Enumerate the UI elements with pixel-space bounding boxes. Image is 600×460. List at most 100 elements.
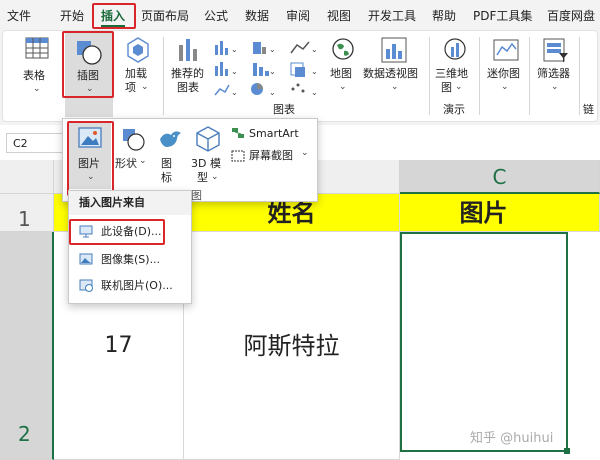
tab-developer[interactable]: 开发工具	[368, 7, 416, 24]
tab-help[interactable]: 帮助	[432, 7, 456, 24]
screenshot-button[interactable]: 屏幕截图 ⌄	[231, 147, 315, 165]
ribbon: 表格 ⌄ 插图 ⌄ 加载 项 ⌄ 推荐的 图表 ⌄ ⌄ ⌄ ⌄ ⌄ ⌄ ⌄ ⌄ …	[0, 30, 600, 125]
svg-text:⌄: ⌄	[231, 45, 238, 54]
cell-c1[interactable]: 图片	[400, 194, 600, 232]
link-group-label: 链	[583, 103, 594, 116]
chevron-down-icon: ⌄	[455, 82, 463, 92]
online-picture-icon	[79, 279, 93, 292]
ribbon-panel: 表格 ⌄ 插图 ⌄ 加载 项 ⌄ 推荐的 图表 ⌄ ⌄ ⌄ ⌄ ⌄ ⌄ ⌄ ⌄ …	[2, 30, 598, 122]
illustrations-group-label: 图	[191, 189, 202, 202]
svg-text:⌄: ⌄	[311, 67, 318, 76]
picture-source-menu: 插入图片来自 此设备(D)... 图像集(S)... 联机图片(O)...	[68, 190, 192, 304]
sparkline-label: 迷你图	[487, 67, 520, 80]
smartart-button[interactable]: SmartArt	[231, 125, 311, 143]
demo-group-label: 演示	[443, 103, 465, 116]
ribbon-separator	[479, 37, 480, 115]
column-header-c[interactable]: C	[400, 160, 600, 194]
chart-types-icon: ⌄ ⌄ ⌄ ⌄ ⌄ ⌄ ⌄ ⌄ ⌄	[214, 41, 318, 97]
row-header-2[interactable]: 2	[0, 232, 54, 460]
tab-home[interactable]: 开始	[60, 7, 84, 24]
tab-baidu-netdisk[interactable]: 百度网盘	[547, 7, 595, 24]
picture-menu-header: 插入图片来自	[69, 191, 191, 215]
chevron-down-icon: ⌄	[391, 82, 399, 92]
svg-text:⌄: ⌄	[231, 67, 238, 76]
chevron-down-icon: ⌄	[501, 82, 509, 92]
sparkline-icon	[493, 39, 519, 61]
svg-text:⌄: ⌄	[269, 67, 276, 76]
svg-text:⌄: ⌄	[311, 88, 318, 97]
row-header-1[interactable]: 1	[0, 194, 54, 232]
chevron-down-icon: ⌄	[211, 172, 219, 182]
filter-label: 筛选器	[537, 67, 570, 80]
svg-text:⌄: ⌄	[231, 88, 238, 97]
chevron-down-icon: ⌄	[139, 156, 147, 166]
3d-model-label-2: 型	[197, 171, 208, 184]
chart-type-icons: ⌄ ⌄ ⌄ ⌄ ⌄ ⌄ ⌄ ⌄ ⌄	[213, 39, 328, 97]
active-tab-underline	[101, 25, 125, 27]
icons-label-2: 标	[161, 171, 172, 184]
table-icon	[25, 37, 49, 59]
recommended-charts-label-2: 图表	[177, 81, 199, 94]
ribbon-separator	[429, 37, 430, 115]
addins-label-2: 项	[125, 81, 136, 94]
menu-item-image-collection-label: 图像集(S)...	[101, 253, 161, 266]
addins-label-1: 加载	[125, 67, 147, 80]
sparkline-button[interactable]: 迷你图 ⌄	[485, 37, 525, 103]
icons-button[interactable]: 图 标	[153, 123, 185, 189]
tab-data[interactable]: 数据	[245, 7, 269, 24]
bird-icon	[160, 131, 181, 147]
tab-review[interactable]: 审阅	[286, 7, 310, 24]
3d-map-icon	[444, 38, 466, 60]
cell-b2[interactable]: 阿斯特拉	[184, 232, 400, 460]
addins-button[interactable]: 加载 项 ⌄	[121, 37, 155, 103]
highlight-picture-button	[67, 121, 114, 196]
slicer-icon	[543, 38, 568, 62]
tab-view[interactable]: 视图	[327, 7, 351, 24]
menu-item-online-pictures[interactable]: 联机图片(O)...	[73, 275, 185, 297]
tab-formulas[interactable]: 公式	[204, 7, 228, 24]
name-box[interactable]: C2	[6, 133, 64, 153]
3d-map-button[interactable]: 三维地 图 ⌄	[435, 37, 475, 103]
3d-map-label-2: 图	[441, 81, 452, 94]
ribbon-separator	[163, 37, 164, 115]
cell-c2-selected[interactable]	[400, 232, 568, 452]
ribbon-separator	[579, 37, 580, 115]
charts-group-label: 图表	[273, 103, 295, 116]
icons-label-1: 图	[161, 157, 172, 170]
3d-model-label-1: 3D 模	[191, 157, 221, 170]
map-button[interactable]: 地图 ⌄	[329, 37, 357, 103]
chevron-down-icon: ⌄	[339, 82, 347, 92]
svg-text:⌄: ⌄	[311, 45, 318, 54]
smartart-icon	[232, 128, 244, 138]
addins-icon	[127, 37, 149, 63]
recommended-charts-button[interactable]: 推荐的 图表	[169, 37, 209, 103]
3d-model-button[interactable]: 3D 模 型 ⌄	[187, 123, 227, 189]
shapes-label: 形状	[115, 157, 137, 170]
tab-file[interactable]: 文件	[7, 7, 31, 24]
map-label: 地图	[330, 67, 352, 80]
globe-icon	[332, 38, 354, 60]
filter-button[interactable]: 筛选器 ⌄	[535, 37, 575, 103]
screenshot-label: 屏幕截图	[249, 149, 293, 162]
table-button[interactable]: 表格 ⌄	[21, 37, 53, 99]
recommended-charts-icon	[179, 39, 197, 61]
pivot-chart-label: 数据透视图	[363, 67, 418, 80]
svg-text:⌄: ⌄	[269, 88, 276, 97]
menu-item-image-collection[interactable]: 图像集(S)...	[73, 249, 185, 271]
chevron-down-icon: ⌄	[551, 82, 559, 92]
pivot-chart-icon	[381, 37, 407, 63]
fill-handle[interactable]	[564, 448, 570, 454]
tab-pdf-tools[interactable]: PDF工具集	[473, 7, 532, 24]
3d-map-label-1: 三维地	[435, 67, 468, 80]
select-all-corner[interactable]	[0, 160, 54, 194]
pivot-chart-button[interactable]: 数据透视图 ⌄	[363, 37, 425, 103]
chevron-down-icon: ⌄	[301, 148, 309, 158]
shapes-button[interactable]: 形状 ⌄	[115, 123, 151, 189]
cube-icon	[196, 126, 220, 152]
menu-item-online-pictures-label: 联机图片(O)...	[101, 279, 173, 292]
image-collection-icon	[79, 253, 93, 265]
tab-page-layout[interactable]: 页面布局	[141, 7, 189, 24]
svg-text:⌄: ⌄	[269, 45, 276, 54]
highlight-this-device	[69, 219, 165, 245]
watermark: 知乎 @huihui	[470, 431, 554, 446]
